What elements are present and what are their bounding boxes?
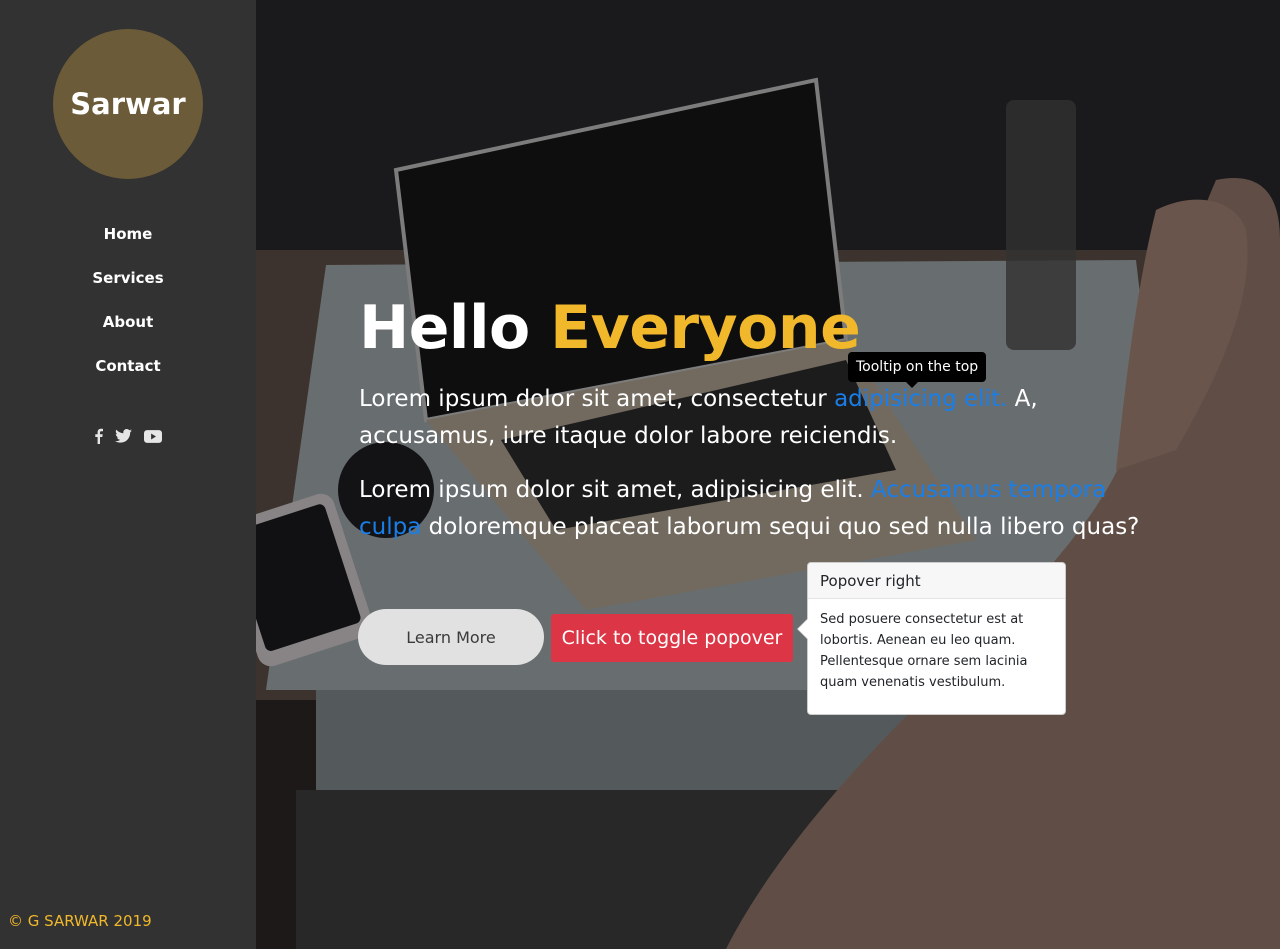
tooltip-link[interactable]: adipisicing elit. — [834, 386, 1007, 412]
social-links — [0, 426, 256, 446]
popover-title: Popover right — [808, 563, 1065, 599]
heading-prefix: Hello — [359, 293, 530, 363]
tooltip-text: Tooltip on the top — [856, 359, 979, 375]
hero-paragraph-2: Lorem ipsum dolor sit amet, adipisicing … — [359, 472, 1149, 546]
youtube-icon[interactable] — [144, 426, 162, 446]
para2-text-end: doloremque placeat laborum sequi quo sed… — [428, 514, 1140, 540]
nav-item-about: About — [0, 300, 256, 344]
para1-text-start: Lorem ipsum dolor sit amet, consectetur — [359, 386, 827, 412]
logo[interactable]: Sarwar — [53, 29, 203, 179]
popover: Popover right Sed posuere consectetur es… — [797, 562, 1066, 715]
toggle-popover-button[interactable]: Click to toggle popover — [551, 614, 793, 662]
nav-item-services: Services — [0, 256, 256, 300]
nav-item-home: Home — [0, 212, 256, 256]
twitter-icon[interactable] — [115, 426, 132, 446]
nav-link-about[interactable]: About — [103, 313, 154, 331]
nav-link-contact[interactable]: Contact — [95, 357, 160, 375]
tooltip: Tooltip on the top — [848, 352, 987, 388]
nav-link-home[interactable]: Home — [104, 225, 153, 243]
hero-paragraph-1: Lorem ipsum dolor sit amet, consectetur … — [359, 381, 1149, 455]
main-nav: Home Services About Contact — [0, 212, 256, 388]
popover-body: Sed posuere consectetur est at lobortis.… — [820, 612, 1028, 690]
learn-more-button[interactable]: Learn More — [358, 609, 544, 665]
heading-accent: Everyone — [550, 293, 861, 363]
facebook-icon[interactable] — [94, 426, 103, 446]
sidebar: Sarwar Home Services About Contact © G S… — [0, 0, 256, 949]
nav-item-contact: Contact — [0, 344, 256, 388]
hero-heading: Hello Everyone_ — [359, 290, 1149, 366]
hero-content: Hello Everyone_ Lorem ipsum dolor sit am… — [359, 290, 1149, 546]
copyright: © G SARWAR 2019 — [8, 912, 152, 930]
para2-text-start: Lorem ipsum dolor sit amet, adipisicing … — [359, 477, 864, 503]
nav-link-services[interactable]: Services — [92, 269, 163, 287]
